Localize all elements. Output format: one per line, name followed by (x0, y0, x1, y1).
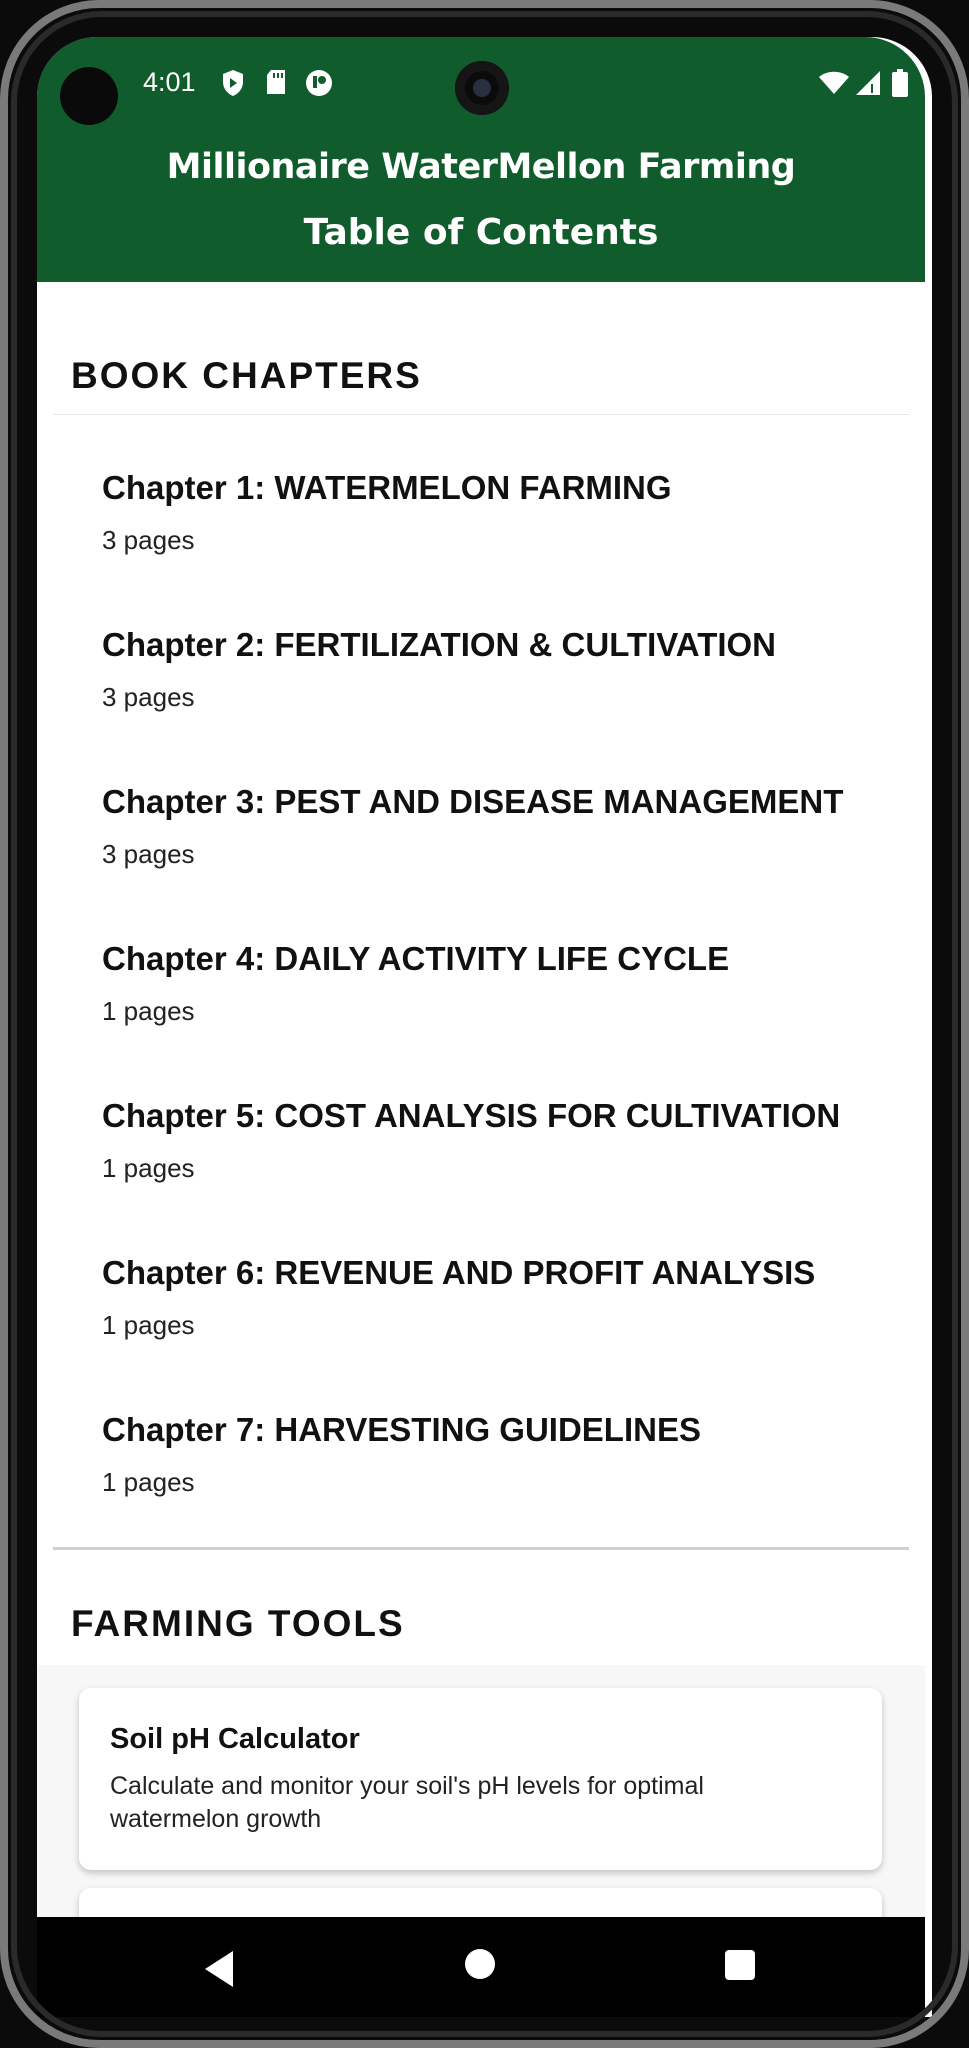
battery-icon (892, 69, 908, 102)
system-nav-bar (37, 1917, 925, 2017)
shield-icon (221, 69, 245, 102)
chapter-title: Chapter 7: HARVESTING GUIDELINES (102, 1411, 701, 1448)
section-divider (53, 414, 909, 415)
farming-tools-heading: FARMING TOOLS (71, 1603, 405, 1644)
book-chapters-heading: BOOK CHAPTERS (71, 355, 422, 396)
chapter-title: Chapter 4: DAILY ACTIVITY LIFE CYCLE (102, 940, 730, 977)
chapter-title: Chapter 5: COST ANALYSIS FOR CULTIVATION (102, 1097, 841, 1134)
app-screen: 4:01 Millionaire WaterMellon Farming Tab… (37, 37, 925, 2017)
chapter-item[interactable]: Chapter 5: COST ANALYSIS FOR CULTIVATION… (102, 1097, 882, 1237)
wifi-icon (819, 71, 849, 100)
chapter-item[interactable]: Chapter 2: FERTILIZATION & CULTIVATION 3… (102, 626, 882, 766)
chapter-page-count: 1 pages (102, 996, 195, 1026)
chapter-item[interactable]: Chapter 7: HARVESTING GUIDELINES 1 pages (102, 1411, 882, 1551)
chapter-title: Chapter 1: WATERMELON FARMING (102, 469, 672, 506)
chapter-item[interactable]: Chapter 3: PEST AND DISEASE MANAGEMENT 3… (102, 783, 882, 923)
chapter-title: Chapter 6: REVENUE AND PROFIT ANALYSIS (102, 1254, 816, 1291)
status-time: 4:01 (143, 67, 196, 97)
app-title: Millionaire WaterMellon Farming (166, 147, 796, 187)
chapter-title: Chapter 2: FERTILIZATION & CULTIVATION (102, 626, 777, 663)
chapter-item[interactable]: Chapter 4: DAILY ACTIVITY LIFE CYCLE 1 p… (102, 940, 882, 1080)
chapter-page-count: 1 pages (102, 1153, 195, 1183)
recents-icon[interactable] (725, 1950, 755, 1980)
back-icon[interactable] (205, 1951, 233, 1987)
home-icon[interactable] (465, 1949, 495, 1979)
chapter-page-count: 3 pages (102, 682, 195, 712)
camera-punch-hole (455, 61, 509, 115)
sd-card-icon (265, 69, 287, 100)
chapter-page-count: 1 pages (102, 1467, 195, 1497)
front-sensor (60, 67, 118, 125)
cell-signal-icon (855, 70, 881, 101)
notification-app-icon (305, 69, 333, 102)
app-header: 4:01 Millionaire WaterMellon Farming Tab… (37, 37, 925, 282)
chapter-item[interactable]: Chapter 6: REVENUE AND PROFIT ANALYSIS 1… (102, 1254, 882, 1394)
chapter-page-count: 3 pages (102, 525, 195, 555)
phone-device: 4:01 Millionaire WaterMellon Farming Tab… (0, 0, 969, 2048)
chapter-title: Chapter 3: PEST AND DISEASE MANAGEMENT (102, 783, 844, 820)
status-bar: 4:01 (37, 37, 925, 125)
chapter-page-count: 3 pages (102, 839, 195, 869)
tool-title: Soil pH Calculator (110, 1723, 360, 1755)
page-title: Table of Contents (303, 212, 659, 253)
chapter-page-count: 1 pages (102, 1310, 195, 1340)
tool-card-soil-ph-calculator[interactable]: Soil pH Calculator Calculate and monitor… (79, 1688, 882, 1870)
chapter-item[interactable]: Chapter 1: WATERMELON FARMING 3 pages (102, 469, 882, 609)
section-divider (53, 1547, 909, 1550)
tool-description: Calculate and monitor your soil's pH lev… (110, 1772, 704, 1833)
